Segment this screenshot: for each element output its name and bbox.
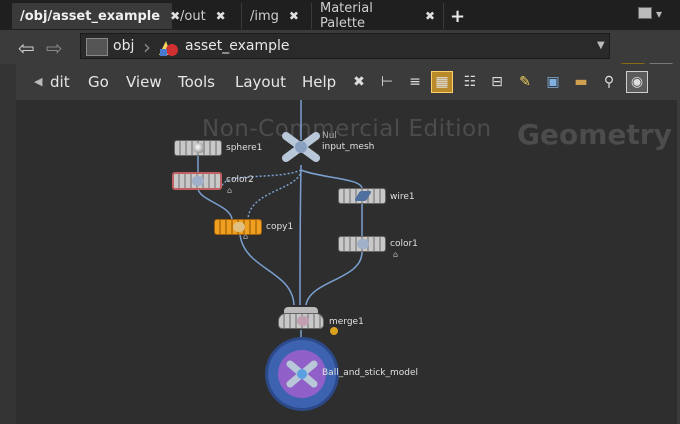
node-label-ball-and-stick-model: Ball_and_stick_model — [322, 368, 419, 378]
node-label-color1: color1 — [390, 239, 418, 249]
node-label-wire1: wire1 — [390, 192, 415, 202]
node-label-sphere1: sphere1 — [226, 143, 263, 153]
lock-icon: ⌂ — [243, 232, 249, 241]
merge-icon — [297, 316, 309, 326]
node-merge1[interactable] — [278, 313, 324, 329]
node-wires — [197, 100, 363, 344]
node-wire1[interactable] — [338, 188, 386, 204]
null-output-icon — [286, 360, 318, 388]
node-input-mesh[interactable] — [282, 132, 320, 162]
node-label-copy1: copy1 — [266, 222, 294, 232]
node-label-input-mesh: input_mesh — [322, 142, 375, 152]
wire-icon — [354, 191, 372, 201]
node-copy1[interactable] — [214, 219, 262, 235]
color-icon — [357, 239, 369, 249]
copy-icon — [233, 222, 245, 232]
color-icon — [192, 176, 204, 186]
node-label-merge1: merge1 — [329, 317, 364, 327]
merge-cap — [284, 307, 318, 313]
node-color1[interactable] — [338, 236, 386, 252]
sphere-icon — [193, 143, 205, 153]
node-label-color2: color2 — [226, 175, 254, 185]
warning-icon — [330, 327, 338, 335]
lock-icon: ⌂ — [393, 250, 399, 259]
node-sphere1[interactable] — [174, 140, 222, 156]
node-color2[interactable] — [172, 172, 222, 190]
node-tag-input-mesh: Nul — [322, 131, 337, 141]
lock-icon: ⌂ — [227, 186, 233, 195]
